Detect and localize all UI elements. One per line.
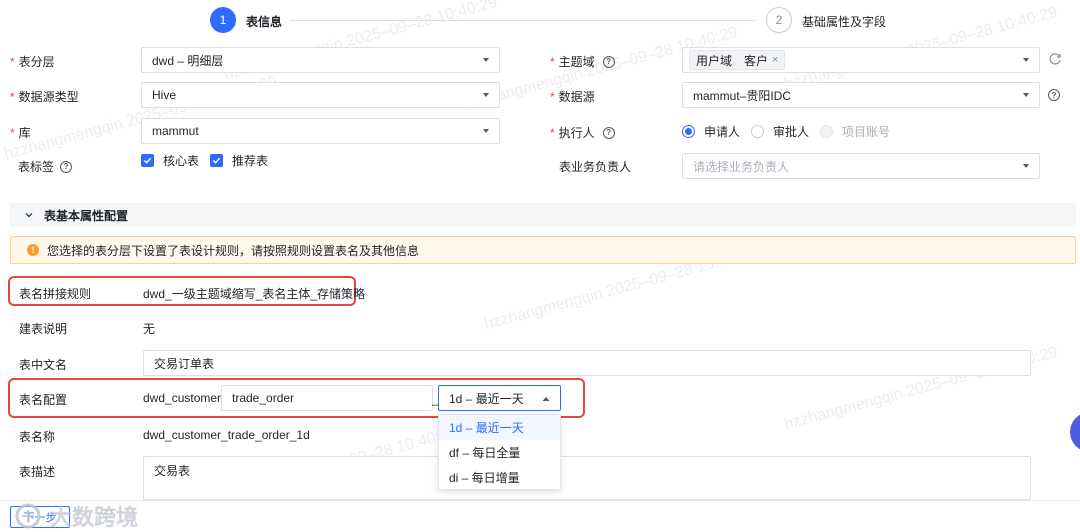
cn-name-input[interactable]: 交易订单表: [143, 350, 1031, 376]
layer-label: * 表分层: [10, 55, 55, 69]
owner-label: 表业务负责人: [559, 160, 632, 174]
step-number: 2: [775, 13, 783, 27]
chevron-down-icon: [1023, 58, 1029, 62]
logo-icon: [15, 503, 41, 529]
chevron-down-icon: [1023, 93, 1029, 97]
help-icon[interactable]: ?: [1048, 89, 1060, 101]
alert-text: 您选择的表分层下设置了表设计规则，请按照规则设置表名及其他信息: [47, 243, 420, 258]
chevron-down-icon: [483, 93, 489, 97]
step-2-label[interactable]: 基础属性及字段: [802, 13, 886, 30]
step-2-indicator[interactable]: 2: [766, 7, 792, 33]
tag-recommend-checkbox[interactable]: 推荐表: [210, 152, 268, 169]
strategy-dropdown: 1d – 最近一天 df – 每日全量 di – 每日增量: [438, 414, 561, 490]
radio-selected-icon: [682, 125, 695, 138]
section-title: 表基本属性配置: [44, 208, 129, 223]
rule-alert: ! 您选择的表分层下设置了表设计规则，请按照规则设置表名及其他信息: [10, 236, 1076, 264]
subject-label: * 主题域?: [550, 53, 615, 70]
cn-name-label: 表中文名: [19, 358, 68, 372]
radio-icon: [751, 125, 764, 138]
db-label: * 库: [10, 126, 31, 140]
executor-radio-approver[interactable]: 审批人: [751, 123, 809, 140]
radio-label: 项目账号: [842, 125, 891, 139]
refresh-icon[interactable]: [1048, 52, 1062, 66]
step-1-label[interactable]: 表信息: [246, 13, 282, 30]
chevron-down-icon: [1023, 164, 1029, 168]
table-tags-label: 表标签?: [18, 158, 73, 175]
desc-value: 无: [143, 322, 156, 336]
step-connector: [290, 20, 756, 21]
datasource-type-select[interactable]: Hive: [141, 82, 500, 108]
name-rule-value: dwd_一级主题域缩写_表名主体_存储策略: [143, 287, 366, 301]
warning-icon: !: [27, 244, 39, 256]
step-1-indicator[interactable]: 1: [210, 7, 236, 33]
table-name-value: dwd_customer_trade_order_1d: [143, 428, 310, 442]
desc-label: 建表说明: [19, 322, 68, 336]
check-icon: [210, 154, 223, 167]
executor-radio-applicant[interactable]: 申请人: [682, 123, 740, 140]
help-icon[interactable]: ?: [60, 160, 73, 173]
config-prefix: dwd_customer_: [143, 391, 228, 405]
table-desc-textarea[interactable]: 交易表: [143, 456, 1031, 500]
subject-tag: 客户 ×: [738, 50, 786, 70]
radio-label: 审批人: [773, 125, 810, 139]
brand-name: 大数跨境: [50, 505, 139, 530]
table-body-input[interactable]: trade_order: [221, 385, 433, 411]
table-desc-label: 表描述: [19, 465, 56, 479]
close-icon[interactable]: ×: [772, 54, 778, 66]
chevron-down-icon: [25, 213, 33, 218]
assistant-bubble[interactable]: [1070, 412, 1080, 452]
check-icon: [141, 154, 154, 167]
section-header[interactable]: 表基本属性配置: [10, 203, 1076, 227]
config-label: 表名配置: [19, 393, 68, 407]
radio-disabled-icon: [820, 125, 833, 138]
strategy-option[interactable]: 1d – 最近一天: [439, 415, 560, 440]
datasource-label: * 数据源: [550, 90, 595, 104]
radio-label: 申请人: [704, 125, 741, 139]
subject-select[interactable]: 用户域 客户 ×: [682, 47, 1040, 73]
brand-logo: 大数跨境: [14, 500, 138, 532]
chevron-down-icon: [483, 58, 489, 62]
executor-label: * 执行人?: [550, 124, 615, 141]
subject-tag: 用户域: [689, 50, 740, 70]
footer-bar: [0, 500, 1080, 532]
owner-select[interactable]: 请选择业务负责人: [682, 153, 1040, 179]
datasource-select[interactable]: mammut–贵阳IDC: [682, 82, 1040, 108]
strategy-option[interactable]: di – 每日增量: [439, 465, 560, 490]
step-number: 1: [219, 13, 227, 27]
strategy-option[interactable]: df – 每日全量: [439, 440, 560, 465]
executor-radio-project[interactable]: 项目账号: [820, 123, 890, 140]
db-select[interactable]: mammut: [141, 118, 500, 144]
tag-recommend-label: 推荐表: [232, 154, 269, 168]
help-icon[interactable]: ?: [602, 126, 615, 139]
tag-core-label: 核心表: [163, 154, 200, 168]
chevron-up-icon: [542, 397, 550, 401]
datasource-type-label: * 数据源类型: [10, 90, 79, 104]
strategy-select[interactable]: 1d – 最近一天: [438, 385, 561, 411]
table-name-label: 表名称: [19, 430, 56, 444]
name-rule-label: 表名拼接规则: [19, 287, 92, 301]
help-icon[interactable]: ?: [602, 55, 615, 68]
tag-core-checkbox[interactable]: 核心表: [141, 152, 199, 169]
chevron-down-icon: [483, 129, 489, 133]
layer-select[interactable]: dwd – 明细层: [141, 47, 500, 73]
